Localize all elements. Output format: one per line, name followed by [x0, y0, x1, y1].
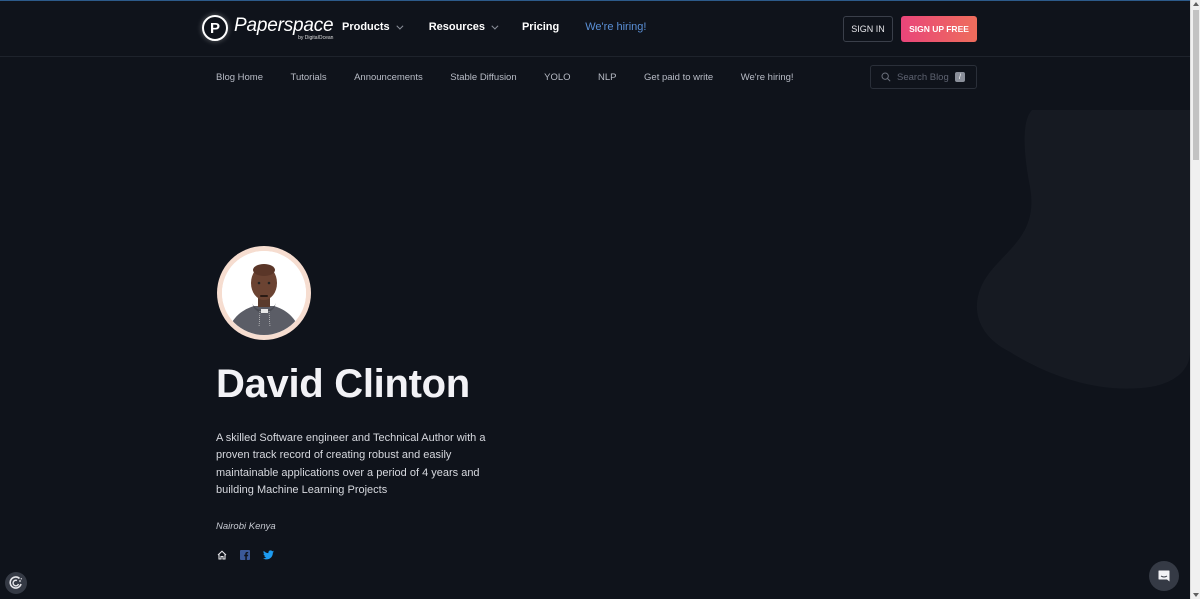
subnav-stable-diffusion[interactable]: Stable Diffusion — [450, 72, 516, 83]
sign-up-free-button[interactable]: SIGN UP FREE — [901, 16, 977, 42]
nav-pricing-label: Pricing — [521, 21, 560, 33]
top-header: P Paperspace by DigitalOcean Products Re… — [0, 1, 1190, 57]
facebook-icon — [240, 550, 250, 560]
facebook-link[interactable] — [240, 550, 250, 560]
subnav-yolo[interactable]: YOLO — [544, 72, 570, 83]
author-name: David Clinton — [216, 362, 470, 406]
subnav-get-paid-to-write[interactable]: Get paid to write — [644, 72, 713, 83]
subnav-blog-home[interactable]: Blog Home — [216, 72, 263, 83]
cookie-icon — [9, 576, 22, 589]
scroll-down-arrow-icon[interactable] — [1193, 593, 1199, 597]
nav-pricing[interactable]: Pricing — [522, 21, 559, 33]
chevron-down-icon — [396, 22, 404, 30]
blog-subnav: Blog Home Tutorials Announcements Stable… — [216, 72, 821, 83]
search-blog-input[interactable]: Search Blog / — [870, 65, 977, 89]
nav-products[interactable]: Products — [342, 21, 404, 33]
twitter-link[interactable] — [263, 550, 274, 560]
nav-hiring-link[interactable]: We're hiring! — [585, 21, 646, 33]
subnav-tutorials[interactable]: Tutorials — [291, 72, 327, 83]
author-social-links — [217, 550, 287, 560]
author-avatar — [217, 246, 311, 340]
chevron-down-icon — [491, 22, 499, 30]
nav-resources[interactable]: Resources — [428, 21, 499, 33]
logo-wordmark: Paperspace — [234, 14, 334, 36]
chat-icon — [1158, 570, 1170, 582]
chat-support-button[interactable] — [1149, 561, 1179, 591]
paperspace-logo-icon: P — [202, 15, 228, 41]
author-bio: A skilled Software engineer and Technica… — [216, 432, 486, 496]
subnav-announcements[interactable]: Announcements — [354, 72, 423, 83]
page: P Paperspace by DigitalOcean Products Re… — [0, 0, 1190, 599]
home-icon — [217, 550, 227, 560]
author-location: Nairobi Kenya — [216, 521, 276, 532]
twitter-icon — [263, 550, 274, 560]
keyboard-shortcut-badge: / — [955, 72, 965, 82]
scrollbar-thumb[interactable] — [1193, 10, 1199, 160]
website-link[interactable] — [217, 550, 227, 560]
paperspace-logo[interactable]: P Paperspace by DigitalOcean — [202, 14, 334, 41]
decorative-blob — [976, 110, 1190, 389]
sign-in-button[interactable]: SIGN IN — [843, 16, 893, 42]
search-icon — [881, 72, 891, 82]
logo-subtitle: by DigitalOcean — [298, 34, 334, 41]
nav-resources-label: Resources — [428, 21, 485, 33]
main-nav: Products Resources Pricing We're hiring! — [342, 21, 646, 33]
cookie-settings-button[interactable] — [5, 572, 27, 594]
subnav-nlp[interactable]: NLP — [598, 72, 616, 83]
search-placeholder: Search Blog — [897, 71, 949, 83]
nav-products-label: Products — [342, 21, 390, 33]
subnav-hiring[interactable]: We're hiring! — [741, 72, 794, 83]
page-scrollbar[interactable] — [1190, 0, 1200, 599]
author-photo — [222, 251, 306, 335]
scroll-up-arrow-icon[interactable] — [1193, 2, 1199, 6]
